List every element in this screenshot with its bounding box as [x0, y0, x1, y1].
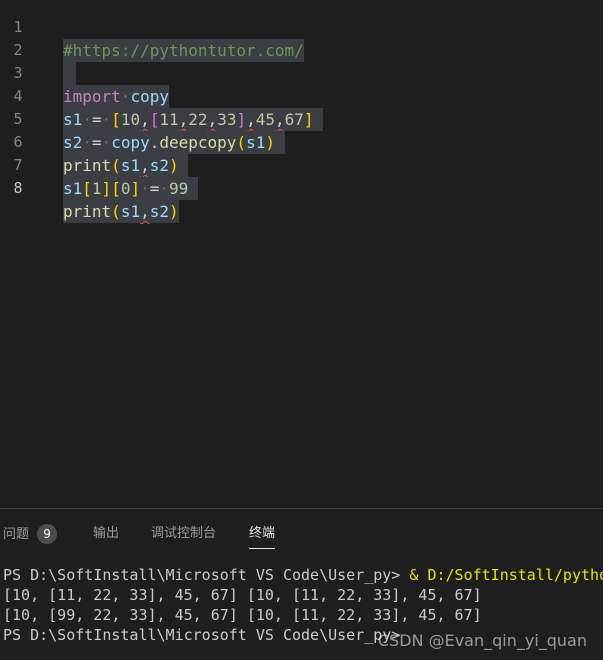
editor-line-5[interactable]: 5 s2·=·copy.deepcopy(s1) — [0, 85, 603, 154]
tab-label: 终端 — [249, 526, 276, 541]
tab-label: 问题 — [3, 527, 30, 542]
tab-output[interactable]: 输出 — [93, 524, 119, 544]
tab-label: 输出 — [93, 526, 120, 541]
code-text: print(s1,s2) — [63, 200, 179, 223]
watermark: CSDN @Evan_qin_yi_quan — [377, 631, 587, 650]
editor-line-2[interactable]: 2 — [0, 16, 603, 85]
terminal-command: & D:/SoftInstall/pytho — [409, 566, 603, 584]
editor-line-1[interactable]: 1 #https://pythontutor.com/ — [0, 0, 603, 62]
editor-line-4[interactable]: 4 s1·=·[10,[11,22,33],45,67] — [0, 62, 603, 131]
editor-line-6[interactable]: 6 print(s1,s2) — [0, 108, 603, 177]
bottom-panel: 问题 9 输出 调试控制台 终端 PS D:\SoftInstall\Micros… — [0, 508, 603, 660]
panel-tabs: 问题 9 输出 调试控制台 终端 — [0, 509, 603, 557]
tab-problems[interactable]: 问题 9 — [3, 524, 58, 544]
terminal-output-line: [10, [99, 22, 33], 45, 67] [10, [11, 22,… — [3, 606, 482, 624]
code-editor[interactable]: 1 #https://pythontutor.com/ 2 3 import·c… — [0, 0, 603, 508]
line-number: 8 — [13, 179, 23, 197]
terminal-prompt: PS D:\SoftInstall\Microsoft VS Code\User… — [3, 566, 410, 584]
tab-debug-console[interactable]: 调试控制台 — [151, 524, 216, 544]
problems-count-badge: 9 — [37, 524, 58, 544]
terminal-output-line: [10, [11, 22, 33], 45, 67] [10, [11, 22,… — [3, 586, 482, 604]
tab-terminal[interactable]: 终端 — [249, 524, 276, 549]
terminal-prompt: PS D:\SoftInstall\Microsoft VS Code\User… — [3, 626, 410, 644]
editor-line-8[interactable]: 8 print(s1,s2) — [0, 154, 603, 223]
editor-line-7[interactable]: 7 s1[1][0]·=·99 — [0, 131, 603, 200]
editor-line-3[interactable]: 3 import·copy — [0, 39, 603, 108]
tab-label: 调试控制台 — [151, 526, 217, 541]
code-text: s1[1][0]·=·99 — [63, 177, 198, 200]
active-tab-indicator — [249, 548, 276, 549]
